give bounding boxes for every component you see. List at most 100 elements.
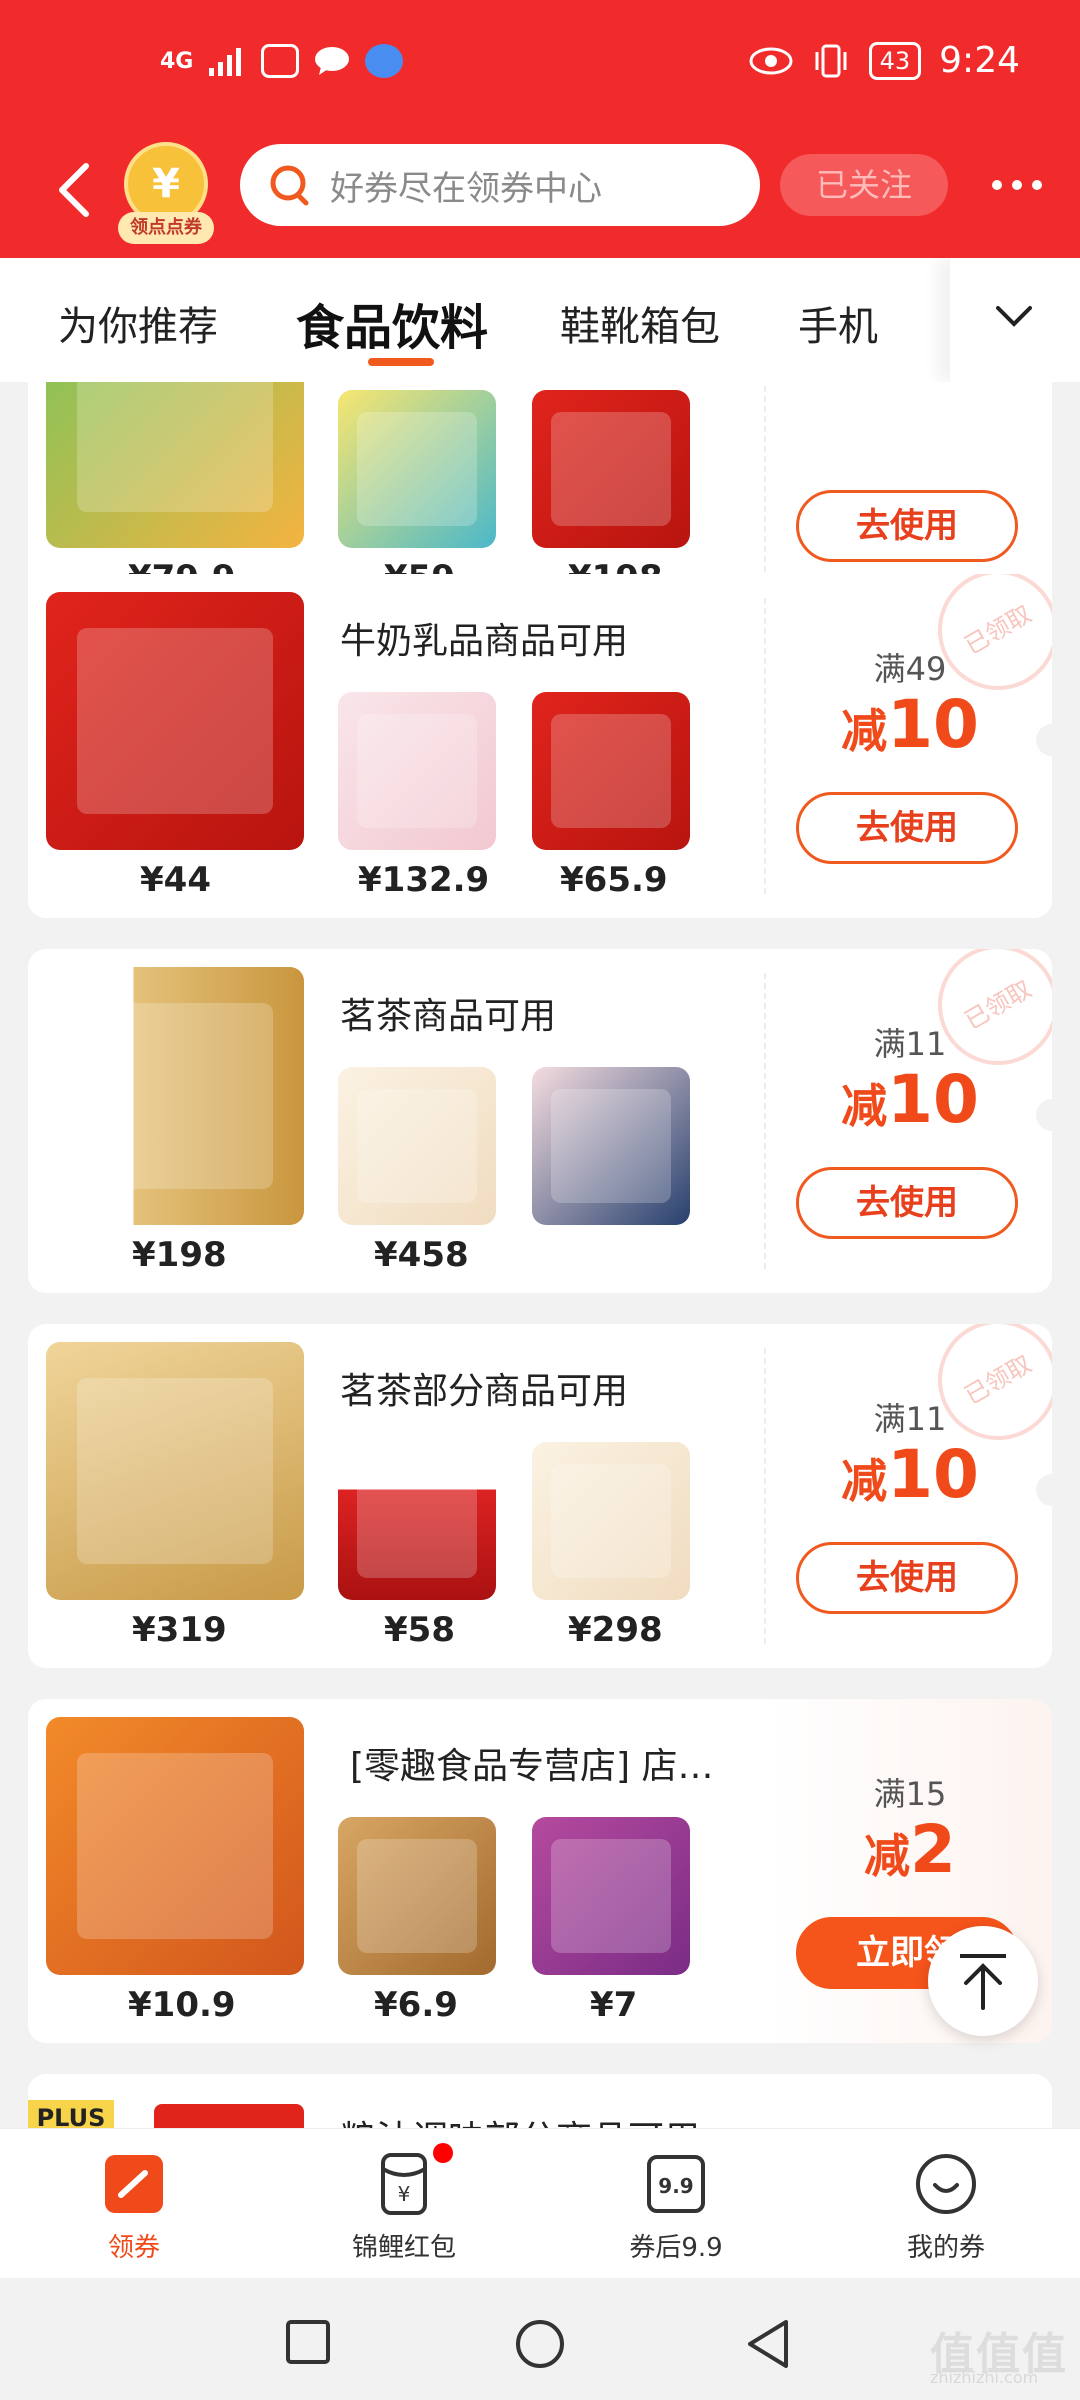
- chevron-down-icon: [996, 306, 1032, 327]
- my-coupon-icon: [913, 2151, 979, 2217]
- use-coupon-button[interactable]: 去使用: [796, 1167, 1018, 1239]
- points-coin-button[interactable]: ¥ 领点点券: [118, 142, 214, 246]
- nav-label: 我的券: [906, 2233, 985, 2263]
- nav-coupons[interactable]: 领券: [34, 2151, 234, 2264]
- coupon-discount: 减2: [864, 1811, 956, 1888]
- coupon-icon: [101, 2151, 167, 2217]
- product-image[interactable]: [46, 592, 304, 850]
- category-tabs: 为你推荐 食品饮料 鞋靴箱包 手机: [0, 258, 1080, 382]
- product-image[interactable]: [532, 1817, 690, 1975]
- product-price: ¥298: [568, 1610, 663, 1650]
- product-image[interactable]: [338, 1067, 496, 1225]
- product-image[interactable]: [532, 1442, 690, 1600]
- use-coupon-button[interactable]: 去使用: [796, 792, 1018, 864]
- card-divider: [764, 1348, 766, 1644]
- product-price: ¥132.9: [358, 860, 490, 900]
- coupon-card: [零趣食品专营店] 店… ¥10.9 ¥6.9 ¥7 满15 减2 立即领: [28, 1699, 1052, 2043]
- browser-icon: [365, 44, 404, 78]
- follow-button[interactable]: 已关注: [780, 154, 948, 216]
- app-header: 4G 43 9:24 ¥ 领点点券 好券尽在领券中心 已关注: [0, 0, 1080, 258]
- coupon-card: 已领取 茗茶商品可用 ¥198 ¥458 满11 减10 去使用: [28, 949, 1052, 1293]
- product-image[interactable]: [338, 1817, 496, 1975]
- status-bar: 4G 43 9:24: [0, 0, 1080, 130]
- product-image[interactable]: [46, 1717, 304, 1975]
- red-packet-icon: ¥: [371, 2143, 453, 2217]
- nav-label: 券后9.9: [629, 2233, 723, 2263]
- product-price: ¥44: [140, 860, 211, 900]
- back-arrow-icon[interactable]: [52, 160, 96, 220]
- product-image[interactable]: [46, 967, 304, 1225]
- notification-dot: [433, 2143, 453, 2163]
- active-tab-indicator: [368, 358, 434, 366]
- tab-shoes-bags[interactable]: 鞋靴箱包: [560, 294, 720, 352]
- coupon-title: [零趣食品专营店] 店…: [350, 1746, 714, 1787]
- arrow-up-icon: [960, 1954, 1006, 2010]
- coupon-discount: 减10: [841, 686, 979, 763]
- use-coupon-button[interactable]: 去使用: [796, 1542, 1018, 1614]
- coupon-discount: 减10: [841, 1436, 979, 1513]
- eye-icon: [749, 47, 793, 74]
- home-icon[interactable]: [514, 2318, 566, 2370]
- coupon-title: 茗茶商品可用: [340, 996, 557, 1037]
- card-divider: [764, 973, 766, 1269]
- search-bar[interactable]: 好券尽在领券中心: [240, 144, 760, 226]
- nav-label: 锦鲤红包: [351, 2233, 456, 2263]
- vibrate-icon: [815, 44, 847, 77]
- scroll-to-top-button[interactable]: [928, 1926, 1038, 2036]
- nav-red-packet[interactable]: ¥ 锦鲤红包: [304, 2143, 504, 2264]
- coupon-title: 粮油调味部分商品可用: [340, 2110, 700, 2128]
- product-image[interactable]: [154, 2104, 304, 2128]
- product-image[interactable]: [532, 1067, 690, 1225]
- battery-indicator: 43: [868, 41, 922, 80]
- watermark-url: zhizhizhi.com: [930, 2368, 1039, 2387]
- expand-tabs-button[interactable]: [950, 258, 1080, 382]
- product-price: ¥319: [132, 1610, 227, 1650]
- product-price: ¥198: [132, 1235, 227, 1275]
- tab-recommended[interactable]: 为你推荐: [58, 294, 218, 352]
- coupon-condition: 满11: [873, 1400, 947, 1438]
- product-image[interactable]: [338, 1442, 496, 1600]
- svg-text:9.9: 9.9: [658, 2174, 693, 2198]
- product-image[interactable]: [532, 692, 690, 850]
- search-icon: [270, 165, 309, 206]
- coupon-card: PLUS 粮油调味部分商品可用: [28, 2074, 1052, 2128]
- product-price: ¥58: [384, 1610, 455, 1650]
- product-price: ¥65.9: [560, 860, 668, 900]
- use-coupon-button[interactable]: 去使用: [796, 490, 1018, 562]
- more-options-icon[interactable]: [992, 180, 1042, 190]
- coupon-condition: 满15: [873, 1775, 947, 1813]
- nav-after-coupon-9-9[interactable]: 9.9 券后9.9: [576, 2151, 776, 2264]
- plus-badge: PLUS: [28, 2100, 114, 2128]
- coupon-discount: 减10: [841, 1061, 979, 1138]
- nav-my-coupons[interactable]: 我的券: [846, 2151, 1046, 2264]
- search-placeholder: 好券尽在领券中心: [330, 168, 602, 209]
- chat-bubble-icon: [315, 47, 350, 75]
- nav-label: 领券: [107, 2233, 160, 2263]
- points-coin-label: 领点点券: [118, 212, 214, 244]
- tab-food-drinks[interactable]: 食品饮料: [296, 288, 488, 358]
- coupon-card: 已领取 牛奶乳品商品可用 ¥44 ¥132.9 ¥65.9 满49 减10 去使…: [28, 574, 1052, 918]
- product-image[interactable]: [532, 390, 690, 548]
- product-price: ¥458: [374, 1235, 469, 1275]
- product-price: ¥10.9: [128, 1985, 236, 2025]
- coupon-title: 牛奶乳品商品可用: [340, 621, 629, 662]
- app-notification-icon: [261, 44, 300, 78]
- network-indicator: 4G: [160, 48, 194, 74]
- svg-text:¥: ¥: [398, 2182, 411, 2206]
- card-divider: [764, 598, 766, 894]
- recent-apps-icon[interactable]: [284, 2318, 332, 2366]
- system-nav-bar: [0, 2278, 1080, 2400]
- back-icon[interactable]: [744, 2318, 792, 2370]
- coupon-title: 茗茶部分商品可用: [340, 1371, 629, 1412]
- product-image[interactable]: [46, 1342, 304, 1600]
- product-image[interactable]: [46, 382, 304, 548]
- product-price: ¥6.9: [374, 1985, 458, 2025]
- coupon-condition: 满11: [873, 1025, 947, 1063]
- product-price: ¥7: [590, 1985, 638, 2025]
- signal-icon: [209, 48, 242, 76]
- price-99-icon: 9.9: [643, 2151, 709, 2217]
- product-image[interactable]: [338, 390, 496, 548]
- coupon-condition: 满49: [873, 650, 947, 688]
- tab-phones[interactable]: 手机: [798, 294, 878, 352]
- product-image[interactable]: [338, 692, 496, 850]
